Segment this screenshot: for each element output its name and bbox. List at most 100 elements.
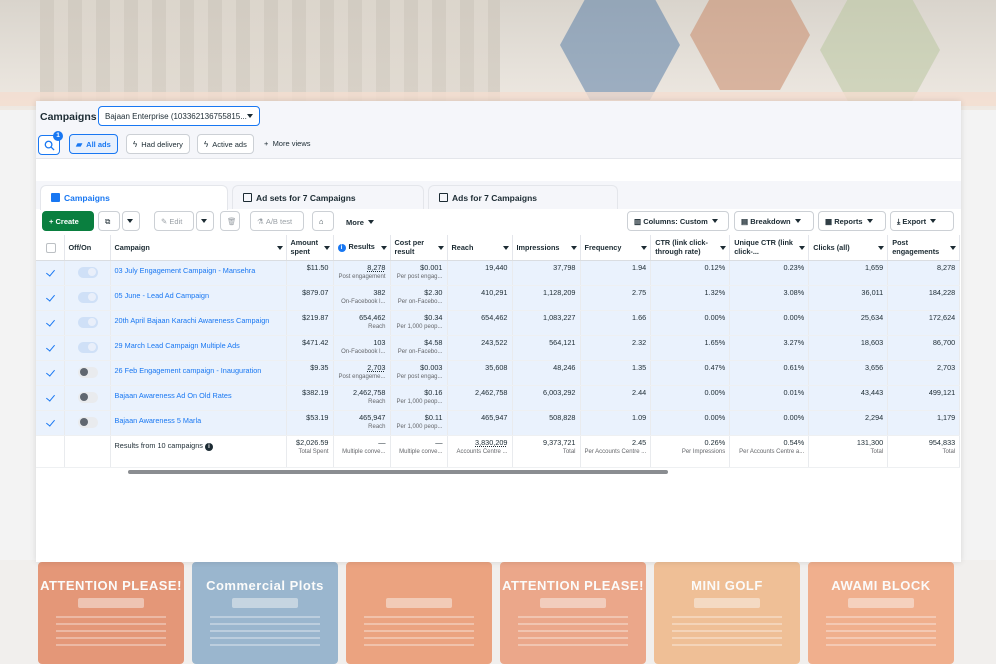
results-cell: 103 On-Facebook l...: [333, 335, 391, 361]
chevron-down-icon: [866, 219, 873, 223]
bolt-icon: ϟ: [204, 140, 209, 149]
frequency-cell: 1.94: [580, 260, 652, 286]
campaign-name-link[interactable]: 29 March Lead Campaign Multiple Ads: [115, 341, 282, 350]
ab-test-button[interactable]: ⚗ A/B test: [250, 211, 304, 231]
flask-icon: ⚗: [257, 217, 264, 226]
delivery-toggle[interactable]: [77, 316, 98, 328]
header-frequency[interactable]: Frequency: [580, 235, 652, 261]
frequency-cell: 2.44: [580, 385, 652, 411]
plus-icon: +: [264, 139, 269, 148]
export-button[interactable]: ⤓ Export: [890, 211, 954, 231]
delivery-toggle[interactable]: [77, 416, 98, 428]
table-row[interactable]: Bajaan Awareness Ad On Old Rates $382.19 2…: [36, 385, 961, 411]
row-checkbox[interactable]: [46, 318, 56, 328]
campaign-name-link[interactable]: 26 Feb Engagement campaign - Inauguratio…: [115, 366, 282, 375]
engagements-cell: 172,624: [887, 310, 961, 336]
row-checkbox[interactable]: [46, 418, 56, 428]
campaign-name-link[interactable]: 20th April Bajaan Karachi Awareness Camp…: [115, 316, 282, 325]
tab-ad-sets[interactable]: Ad sets for 7 Campaigns: [232, 185, 424, 209]
row-checkbox[interactable]: [46, 393, 56, 403]
columns-icon: ▥: [634, 217, 642, 226]
delete-button[interactable]: 🗑: [220, 211, 240, 231]
sort-icon: [950, 246, 957, 250]
table-row[interactable]: Bajaan Awareness 5 Marla $53.19 465,947 Rea…: [36, 410, 961, 436]
campaign-name-link[interactable]: Bajaan Awareness Ad On Old Rates: [115, 391, 282, 400]
impressions-cell: 6,003,292: [512, 385, 581, 411]
cost-per-result-cell: $2.30 Per on-Facebo...: [390, 285, 448, 311]
header-amount-spent[interactable]: Amount spent: [286, 235, 334, 261]
create-button[interactable]: + Create: [42, 211, 94, 231]
poster-title: MINI GOLF: [691, 578, 763, 593]
delivery-toggle[interactable]: [77, 266, 98, 278]
totals-clicks: 131,300 Total: [808, 435, 889, 468]
breakdown-button[interactable]: ▤ Breakdown: [734, 211, 814, 231]
delivery-toggle[interactable]: [77, 391, 98, 403]
impressions-cell: 508,828: [512, 410, 581, 436]
row-checkbox[interactable]: [46, 293, 56, 303]
horizontal-scrollbar[interactable]: [128, 470, 668, 474]
tab-ads[interactable]: Ads for 7 Campaigns: [428, 185, 618, 209]
duplicate-dropdown[interactable]: [122, 211, 140, 231]
tab-campaigns[interactable]: Campaigns: [40, 185, 228, 210]
table-row[interactable]: 26 Feb Engagement campaign - Inauguratio…: [36, 360, 961, 386]
unique-ctr-cell: 0.00%: [729, 410, 810, 436]
header-impressions[interactable]: Impressions: [512, 235, 581, 261]
engagements-cell: 1,179: [887, 410, 961, 436]
campaign-name-link[interactable]: 03 July Engagement Campaign - Mansehra: [115, 266, 282, 275]
engagements-cell: 8,278: [887, 260, 961, 286]
delivery-toggle[interactable]: [77, 291, 98, 303]
background-poster: ATTENTION PLEASE!: [500, 562, 646, 664]
poster-text-lines: [672, 616, 782, 646]
impressions-cell: 564,121: [512, 335, 581, 361]
row-select-cell: [36, 260, 65, 286]
engagements-cell: 2,703: [887, 360, 961, 386]
row-toggle-cell: [64, 385, 111, 411]
delivery-toggle[interactable]: [77, 366, 98, 378]
row-checkbox[interactable]: [46, 368, 56, 378]
more-button[interactable]: More: [346, 218, 374, 227]
columns-button[interactable]: ▥ Columns: Custom: [627, 211, 729, 231]
ctr-cell: 0.47%: [650, 360, 731, 386]
header-ctr[interactable]: CTR (link click-through rate): [650, 235, 731, 261]
header-clicks-all[interactable]: Clicks (all): [808, 235, 889, 261]
table-row[interactable]: 03 July Engagement Campaign - Mansehra $1…: [36, 260, 961, 286]
header-reach[interactable]: Reach: [447, 235, 513, 261]
row-checkbox[interactable]: [46, 343, 56, 353]
header-post-engagements[interactable]: Post engagements: [887, 235, 961, 261]
delivery-toggle[interactable]: [77, 341, 98, 353]
clicks-cell: 36,011: [808, 285, 889, 311]
sort-icon: [502, 246, 509, 250]
row-toggle-cell: [64, 335, 111, 361]
poster-title: ATTENTION PLEASE!: [40, 578, 182, 593]
header-cost-per-result[interactable]: Cost per result: [390, 235, 448, 261]
table-row[interactable]: 20th April Bajaan Karachi Awareness Camp…: [36, 310, 961, 336]
view-had-delivery[interactable]: ϟ Had delivery: [126, 134, 190, 154]
more-views-button[interactable]: + More views: [264, 139, 311, 148]
reports-button[interactable]: ▦ Reports: [818, 211, 886, 231]
table-row[interactable]: 05 June - Lead Ad Campaign $879.07 382 On-F…: [36, 285, 961, 311]
edit-dropdown[interactable]: [196, 211, 214, 231]
header-unique-ctr[interactable]: Unique CTR (link click-...: [729, 235, 810, 261]
tag-button[interactable]: ⌂: [312, 211, 334, 231]
view-all-ads[interactable]: ▰ All ads: [69, 134, 118, 154]
duplicate-button[interactable]: ⧉: [98, 211, 120, 231]
engagements-cell: 499,121: [887, 385, 961, 411]
header-results[interactable]: i Results: [333, 235, 391, 261]
results-cell: 8,278 Post engagement: [333, 260, 391, 286]
table-row[interactable]: 29 March Lead Campaign Multiple Ads $471.…: [36, 335, 961, 361]
clicks-cell: 25,634: [808, 310, 889, 336]
edit-button[interactable]: ✎ Edit: [154, 211, 194, 231]
campaign-name-cell: Bajaan Awareness Ad On Old Rates: [110, 385, 287, 411]
header-campaign[interactable]: Campaign: [110, 235, 287, 261]
totals-impressions: 9,373,721 Total: [512, 435, 581, 468]
row-toggle-cell: [64, 260, 111, 286]
row-checkbox[interactable]: [46, 268, 56, 278]
account-select[interactable]: Bajaan Enterprise (103362136755815...: [98, 106, 260, 126]
search-icon: [44, 140, 55, 151]
campaign-name-link[interactable]: Bajaan Awareness 5 Marla: [115, 416, 282, 425]
select-all-checkbox[interactable]: [46, 242, 56, 253]
top-bar: Campaigns Bajaan Enterprise (10336213675…: [36, 101, 961, 159]
view-active-ads[interactable]: ϟ Active ads: [197, 134, 254, 154]
poster-subtitle-bar: [78, 598, 144, 608]
campaign-name-link[interactable]: 05 June - Lead Ad Campaign: [115, 291, 282, 300]
